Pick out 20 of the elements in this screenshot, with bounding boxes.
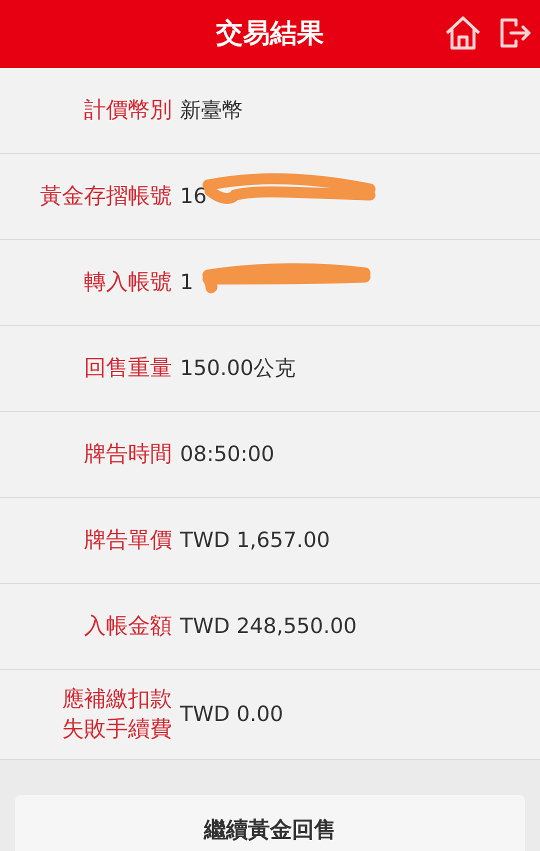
field-value: 08:50:00	[180, 440, 274, 468]
field-label: 應補繳扣款	[62, 686, 172, 714]
field-label: 計價幣別	[84, 96, 172, 124]
continue-button[interactable]: 繼續黃金回售	[15, 795, 525, 851]
field-value: TWD 1,657.00	[180, 526, 330, 554]
field-value: TWD 248,550.00	[180, 612, 357, 640]
field-label: 轉入帳號	[84, 268, 172, 296]
field-value: 16	[180, 182, 207, 210]
field-value: 新臺幣	[180, 96, 243, 124]
field-label: 回售重量	[84, 354, 172, 382]
page-title: 交易結果	[216, 16, 324, 51]
field-label: 牌告時間	[84, 440, 172, 468]
field-label: 黃金存摺帳號	[40, 182, 172, 210]
field-value: TWD 0.00	[180, 700, 284, 728]
field-value: 150.00公克	[180, 354, 296, 382]
field-label: 牌告單價	[84, 526, 172, 554]
field-value: 1	[180, 268, 194, 296]
field-label: 入帳金額	[84, 612, 172, 640]
home-icon[interactable]	[444, 15, 482, 51]
field-label: 失敗手續費	[62, 716, 172, 744]
